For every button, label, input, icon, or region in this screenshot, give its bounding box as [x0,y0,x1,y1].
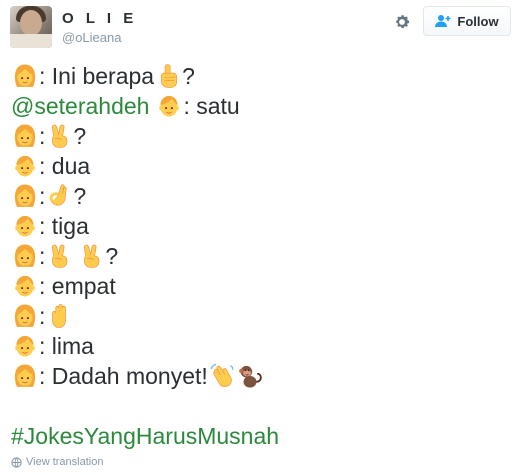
waving-hands-emoji-icon [209,363,235,389]
girl-emoji-icon [12,183,38,209]
tweet-line-text: : Dadah monyet! [39,363,208,389]
tweet-line-text: ? [105,243,119,269]
hashtag-line: #JokesYangHarusMusnah [11,421,511,451]
tweet-line: : lima [11,331,511,361]
boy-emoji-icon [12,333,38,359]
monkey-emoji-icon [237,363,263,389]
tweet-line: : ? [11,121,511,151]
tweet-line-text: : [39,243,46,269]
user-handle[interactable]: @oLieana [62,30,121,45]
globe-icon [11,456,22,468]
tweet-line: : [11,301,511,331]
boy-emoji-icon [12,153,38,179]
view-translation-label: View translation [26,456,104,468]
tweet-line-text: : dua [39,153,91,179]
raised-hand-emoji-icon [46,303,72,329]
avatar[interactable] [10,6,52,48]
tweet-line: : tiga [11,211,511,241]
follow-label: Follow [457,13,499,29]
gear-icon[interactable] [392,12,412,32]
tweet-line-text: : empat [39,273,116,299]
tweet-line-text: ? [73,123,87,149]
tweet-header: O L I E @oLieana Follow [0,0,523,60]
tweet-line: : Dadah monyet! [11,361,511,391]
tweet-line: : Ini berapa ? [11,61,511,91]
tweet-line: : ? [11,181,511,211]
tweet-line: : empat [11,271,511,301]
tweet-line: @seterahdeh : satu [11,91,511,121]
pointing-up-emoji-icon [155,63,181,89]
girl-emoji-icon [12,303,38,329]
girl-emoji-icon [12,363,38,389]
boy-emoji-icon [12,213,38,239]
tweet-text: : Ini berapa ? @seterahdeh : satu : ? : … [11,61,511,451]
tweet-line-text: : Ini berapa [39,63,155,89]
tweet-line-text: : [39,123,46,149]
tweet-line: : dua [11,151,511,181]
tweet-line-text: ? [73,183,87,209]
girl-emoji-icon [12,243,38,269]
user-display-name[interactable]: O L I E [62,10,137,27]
girl-emoji-icon [12,63,38,89]
tweet-line-text: : [39,303,46,329]
boy-emoji-icon [12,273,38,299]
victory-hand-emoji-icon [78,243,104,269]
victory-hand-emoji-icon [46,243,72,269]
victory-hand-emoji-icon [46,123,72,149]
tweet-line-text: : satu [183,93,240,119]
ok-hand-emoji-icon [46,183,72,209]
girl-emoji-icon [12,123,38,149]
follow-button[interactable]: Follow [423,6,511,36]
add-user-icon [435,15,451,27]
hashtag-link[interactable]: #JokesYangHarusMusnah [11,421,279,451]
view-translation-link[interactable]: View translation [11,456,103,468]
tweet-line-text: ? [182,63,195,89]
tweet-line-text: : [39,183,46,209]
tweet-line-text: : lima [39,333,94,359]
mention-link[interactable]: @seterahdeh [11,91,149,121]
tweet-line-text: : tiga [39,213,89,239]
boy-emoji-icon [156,93,182,119]
tweet-line: : ? [11,241,511,271]
